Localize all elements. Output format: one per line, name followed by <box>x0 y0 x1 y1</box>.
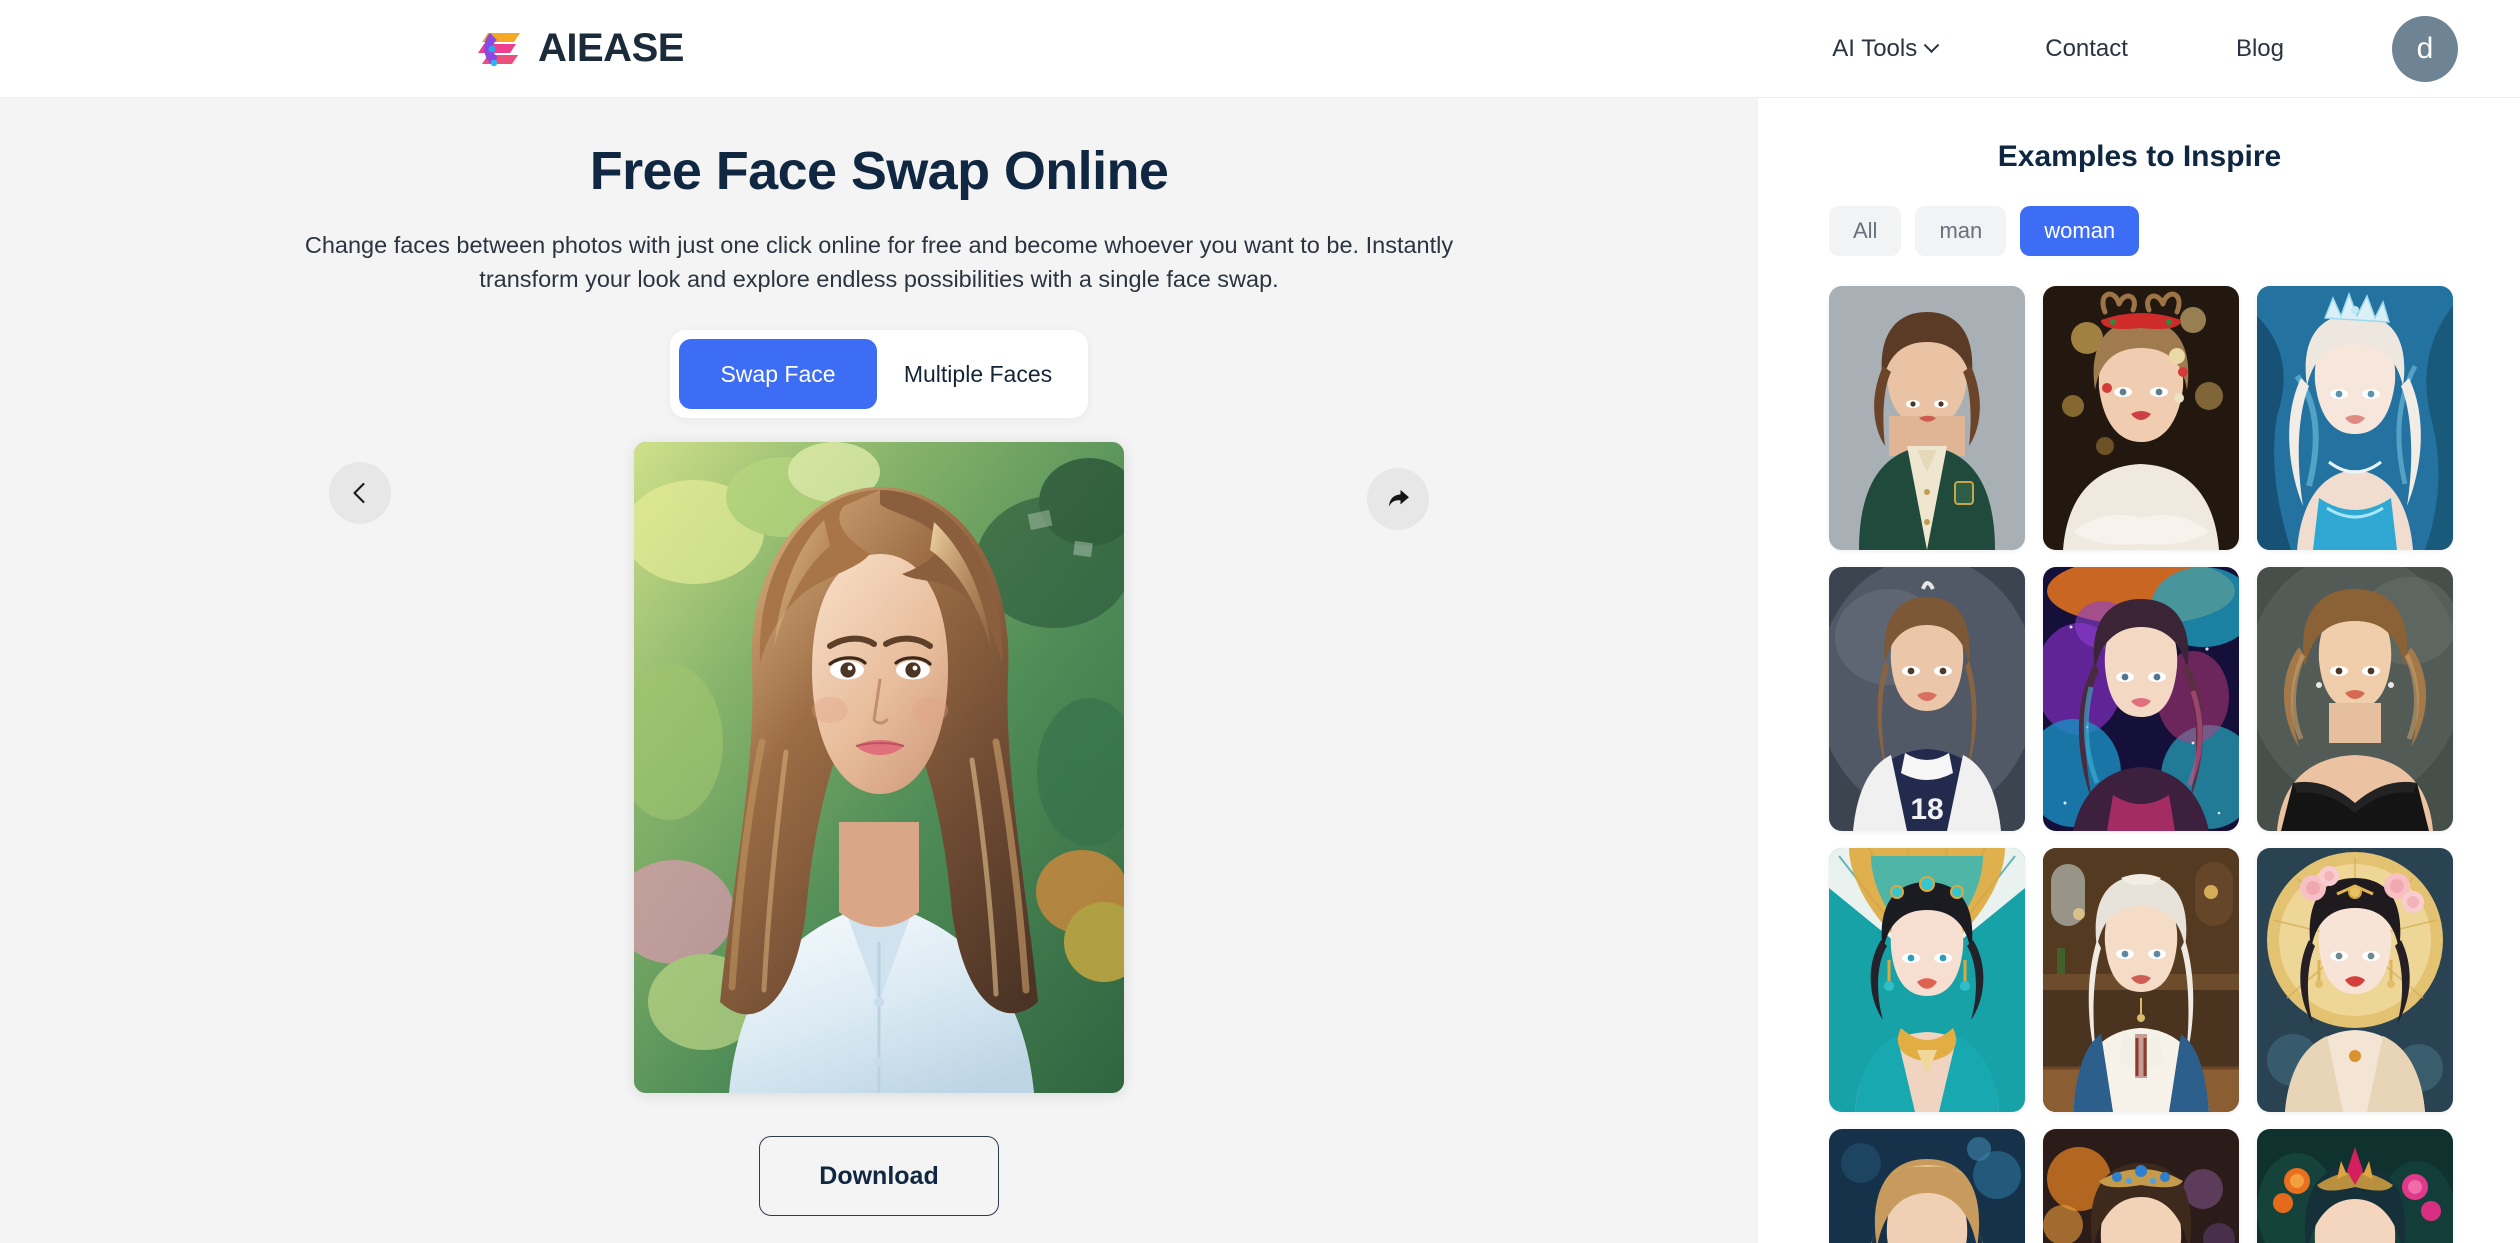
examples-panel: Examples to Inspire All man woman 18 <box>1759 98 2520 1243</box>
share-button[interactable] <box>1367 468 1429 531</box>
woman-ice-queen-blue-crown-icon <box>2257 286 2453 550</box>
examples-filters: All man woman <box>1829 206 2520 256</box>
example-thumbnail[interactable] <box>2257 848 2453 1112</box>
nav-item-ai-tools[interactable]: AI Tools <box>1832 35 1940 63</box>
filter-chip-man[interactable]: man <box>1915 206 2007 256</box>
download-button[interactable]: Download <box>759 1136 999 1217</box>
woman-cosmic-galaxy-hair-icon <box>2043 567 2239 831</box>
example-thumbnail[interactable] <box>2257 286 2453 550</box>
example-thumbnail[interactable] <box>2043 848 2239 1112</box>
example-thumbnail[interactable] <box>1829 848 2025 1112</box>
woman-ruby-crown-floral-fantasy-icon <box>2257 1129 2453 1243</box>
result-image[interactable] <box>634 442 1124 1094</box>
tab-multiple-faces[interactable]: Multiple Faces <box>877 339 1079 409</box>
example-thumbnail[interactable] <box>2257 1129 2453 1243</box>
face-swap-result-portrait <box>634 442 1124 1094</box>
filter-chip-all[interactable]: All <box>1829 206 1902 256</box>
woman-green-cardigan-studio-portrait-icon <box>1829 286 2025 550</box>
logo-text: AIEASE <box>538 26 684 70</box>
examples-grid: 18 <box>1829 286 2520 1243</box>
woman-jeweled-tiara-warm-bokeh-icon <box>2043 1129 2239 1243</box>
chevron-down-icon <box>1923 36 1940 53</box>
example-thumbnail[interactable] <box>1829 286 2025 550</box>
filter-chip-woman[interactable]: woman <box>2020 206 2140 256</box>
result-stage <box>329 442 1429 1102</box>
svg-text:18: 18 <box>1910 793 1943 826</box>
woman-blonde-blue-bokeh-icon <box>1829 1129 2025 1243</box>
previous-button[interactable] <box>329 462 391 525</box>
woman-christmas-reindeer-antlers-icon <box>2043 286 2239 550</box>
example-thumbnail[interactable] <box>1829 1129 2025 1243</box>
chevron-left-icon <box>353 483 365 504</box>
example-thumbnail[interactable] <box>2257 567 2453 831</box>
share-arrow-icon <box>1389 490 1409 507</box>
example-thumbnail[interactable] <box>2043 1129 2239 1243</box>
nav-item-contact[interactable]: Contact <box>2045 35 2128 63</box>
example-thumbnail[interactable]: 18 <box>1829 567 2025 831</box>
main-nav: AI Tools Contact Blog d <box>1832 0 2520 98</box>
face-swap-workspace: Free Face Swap Online Change faces betwe… <box>0 98 1758 1243</box>
logo[interactable]: AIEASE <box>478 26 684 71</box>
site-header: AIEASE AI Tools Contact Blog d <box>0 0 2520 98</box>
woman-black-off-shoulder-dress-icon <box>2257 567 2453 831</box>
woman-teal-gold-goddess-headdress-icon <box>1829 848 2025 1112</box>
examples-title: Examples to Inspire <box>1997 140 2282 173</box>
woman-medieval-tavern-white-hair-icon <box>2043 848 2239 1112</box>
aiease-logo-icon <box>478 32 520 66</box>
girl-navy-sports-jersey-school-photo-icon: 18 <box>1829 567 2025 831</box>
example-thumbnail[interactable] <box>2043 286 2239 550</box>
mode-tabs: Swap Face Multiple Faces <box>670 330 1088 419</box>
nav-item-blog[interactable]: Blog <box>2236 35 2284 63</box>
example-thumbnail[interactable] <box>2043 567 2239 831</box>
tab-swap-face[interactable]: Swap Face <box>679 339 877 410</box>
woman-gold-halo-pink-roses-icon <box>2257 848 2453 1112</box>
page-subtitle: Change faces between photos with just on… <box>304 232 1454 293</box>
avatar[interactable]: d <box>2392 16 2458 82</box>
nav-label-ai-tools: AI Tools <box>1832 35 1918 62</box>
page-title: Free Face Swap Online <box>589 141 1169 201</box>
